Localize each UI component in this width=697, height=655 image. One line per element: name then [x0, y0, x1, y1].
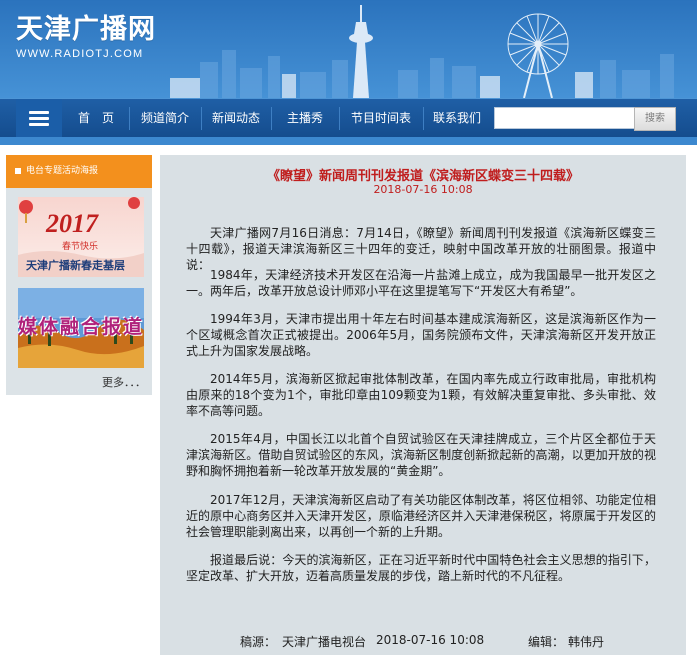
sidebar-title: 电台专题活动海报: [6, 155, 152, 188]
article-panel: 《瞭望》新闻周刊刊发报道《滨海新区蝶变三十四载》 2018-07-16 10:0…: [160, 155, 686, 655]
promo-poster-landscape[interactable]: 媒体融合报道: [18, 288, 144, 368]
header-bottom-band: [0, 137, 697, 145]
article-paragraph: 2017年12月，天津滨海新区启动了有关功能区体制改革，将区位相邻、功能定位相近…: [186, 493, 656, 539]
logo-title: 天津广播网: [16, 14, 156, 45]
nav-item-schedule[interactable]: 节目时间表: [340, 99, 422, 138]
promo-caption: 天津广播新春走基层: [26, 259, 125, 272]
nav-item-news[interactable]: 新闻动态: [202, 99, 270, 138]
source-label: 稿源：: [240, 635, 277, 649]
menu-button[interactable]: [16, 99, 62, 138]
nav-item-contact[interactable]: 联系我们: [424, 99, 490, 138]
promo-greeting: 春节快乐: [62, 242, 99, 252]
promo-poster-spring-festival[interactable]: 2017 春节快乐 天津广播新春走基层: [18, 197, 144, 277]
editor-name: 韩伟丹: [568, 635, 605, 649]
promo-caption: 媒体融合报道: [18, 316, 144, 338]
sidebar-title-text: 电台专题活动海报: [26, 166, 99, 176]
article-paragraph: 天津广播网7月16日消息：7月14日，《瞭望》新闻周刊刊发报道《滨海新区蝶变三十…: [186, 226, 656, 272]
site-header: 天津广播网 WWW.RADIOTJ.COM 首 页 频道简介 新闻动态 主播秀 …: [0, 0, 697, 145]
menu-icon-bar: [29, 117, 49, 120]
site-logo[interactable]: 天津广播网 WWW.RADIOTJ.COM: [16, 14, 156, 60]
source-date: 2018-07-16 10:08: [376, 633, 485, 647]
search-input[interactable]: [494, 107, 638, 129]
main-nav: 首 页 频道简介 新闻动态 主播秀 节目时间表 联系我们 搜索: [0, 98, 697, 138]
menu-icon: [29, 111, 49, 114]
article-paragraph: 报道最后说：今天的滨海新区，正在习近平新时代中国特色社会主义思想的指引下，坚定改…: [186, 553, 656, 583]
logo-url: WWW.RADIOTJ.COM: [16, 48, 144, 60]
nav-item-channel-intro[interactable]: 频道简介: [130, 99, 200, 138]
article-date: 2018-07-16 10:08: [373, 183, 473, 196]
nav-item-home[interactable]: 首 页: [64, 99, 128, 138]
promo-year: 2017: [46, 209, 98, 238]
search-button[interactable]: 搜索: [634, 107, 676, 131]
square-bullet-icon: [15, 168, 21, 174]
more-link[interactable]: 更多．．．: [102, 374, 146, 390]
article-paragraph: 1984年，天津经济技术开发区在沿海一片盐滩上成立，成为我国最早一批开发区之一。…: [186, 268, 656, 298]
article-paragraph: 2014年5月，滨海新区掀起审批体制改革，在国内率先成立行政审批局，审批机构由原…: [186, 372, 656, 418]
menu-icon-bar: [29, 123, 49, 126]
article-paragraph: 1994年3月，天津市提出用十年左右时间基本建成滨海新区，这是滨海新区作为一个区…: [186, 312, 656, 358]
sidebar: 电台专题活动海报 2017 春节快乐 天津广播新春走基层 媒体融合报道 更多．．…: [6, 155, 152, 395]
article-paragraph: 2015年4月，中国长江以北首个自贸试验区在天津挂牌成立，三个片区全都位于天津滨…: [186, 432, 656, 478]
source-name: 天津广播电视台: [282, 635, 367, 649]
nav-item-host-show[interactable]: 主播秀: [272, 99, 338, 138]
article-title: 《瞭望》新闻周刊刊发报道《滨海新区蝶变三十四载》: [266, 169, 579, 184]
editor-label: 编辑：: [528, 635, 565, 649]
